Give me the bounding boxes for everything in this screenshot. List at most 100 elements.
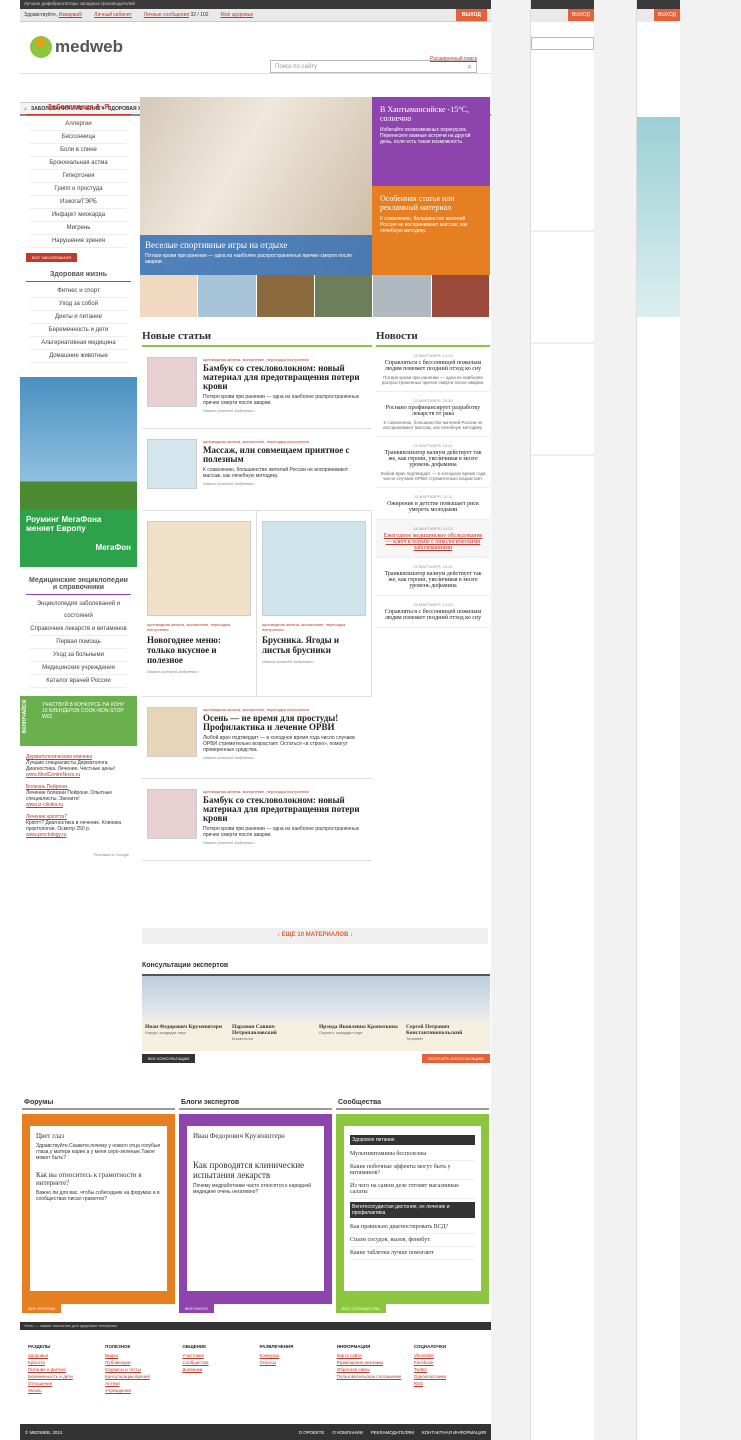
list-item-link[interactable]: Нарушение зрения (30, 235, 127, 248)
list-item-link[interactable]: Справочник лекарств и витаминов (30, 623, 127, 636)
article-title[interactable]: Брусника. Ягоды и листья брусники (262, 635, 366, 655)
community-topic[interactable]: Мультивитамины бесполезны (350, 1148, 475, 1161)
news-title[interactable]: Ежегодное медицинское обследование — клю… (380, 533, 486, 551)
promo-tile[interactable]: Особенная статья или рекламный материал К… (372, 186, 490, 275)
ad-url[interactable]: www.proctology.ru (26, 832, 131, 838)
footer-link[interactable]: Сервисы и тесты (105, 1366, 174, 1373)
footer-link[interactable]: Facebook (414, 1359, 483, 1366)
all-blogs-button[interactable]: ВСЕ БЛОГИ (179, 1304, 214, 1313)
news-item[interactable]: 23 МАРТАВРЯ, 20:50 Роснано профинансирует… (376, 392, 490, 437)
list-item-link[interactable]: Диеты и питание (30, 311, 127, 324)
list-item-link[interactable]: Каталог врачей России (30, 675, 127, 688)
footer-bar-link[interactable]: РЕКЛАМОДАТЕЛЯМ (371, 1430, 414, 1435)
megafon-banner[interactable]: Роуминг МегаФона меняет Европу МегаФон (20, 377, 137, 567)
article-title[interactable]: Бамбук со стекловолокном: новый материал… (203, 796, 367, 823)
footer-bar-link[interactable]: О КОМПАНИИ (332, 1430, 363, 1435)
footer-link[interactable]: Размещение рекламы (337, 1359, 406, 1366)
list-item-link[interactable]: Фитнес и спорт (30, 285, 127, 298)
footer-link[interactable]: Опросы (260, 1359, 329, 1366)
footer-link[interactable]: Одноклассники (414, 1373, 483, 1380)
footer-link[interactable]: Карта сайта (337, 1352, 406, 1359)
footer-link[interactable]: Здоровье (28, 1352, 97, 1359)
news-item[interactable]: 23 МАРТАВРЯ, 12:11 Ожирение в детстве пов… (376, 488, 490, 520)
article-tags[interactable]: щитовидная железа, воспаление, пересадка… (262, 622, 366, 632)
footer-link[interactable]: Видео (105, 1352, 174, 1359)
article-title[interactable]: Осень — не время для простуды! Профилакт… (203, 714, 367, 732)
news-item[interactable]: 23 МАРТАВРЯ, 14:23 Справляться с бессонни… (376, 347, 490, 392)
cabinet-link[interactable]: Личный кабинет (94, 12, 132, 18)
ad-url[interactable]: www.iz-clinika.ru (26, 802, 131, 808)
article-item[interactable]: щитовидная железа, воспаление, пересадка… (142, 511, 257, 696)
article-tags[interactable]: щитовидная железа, воспаление, пересадка… (203, 439, 367, 444)
all-forums-button[interactable]: ВСЕ ФОРУМЫ (22, 1304, 62, 1313)
article-title[interactable]: Бамбук со стекловолокном: новый материал… (203, 364, 367, 391)
get-consultation-button[interactable]: ПОЛУЧИТЬ КОНСУЛЬТАЦИЮ (422, 1054, 490, 1063)
article-tags[interactable]: щитовидная железа, воспаление, пересадка… (203, 707, 367, 712)
community-topic[interactable]: Как правильно диагностировать ВСД? (350, 1221, 475, 1234)
list-item-link[interactable]: Гипертония (30, 170, 127, 183)
bottom-ad-bar[interactable]: Vertu — самые полезные для здоровья теле… (20, 1322, 491, 1330)
hero-slide[interactable]: Веселые спортивные игры на отдыхе Потеря … (140, 97, 372, 275)
all-communities-button[interactable]: ВСЕ СООБЩЕСТВА (336, 1304, 386, 1313)
list-item-link[interactable]: Беременность и дети (30, 324, 127, 337)
footer-link[interactable]: Аптеки (105, 1380, 174, 1387)
all-consultations-button[interactable]: ВСЕ КОНСУЛЬТАЦИИ (142, 1054, 196, 1063)
list-item-link[interactable]: Грипп и простуда (30, 183, 127, 196)
footer-bar-link[interactable]: КОНТАКТНАЯ ИНФОРМАЦИЯ (422, 1430, 486, 1435)
list-item-link[interactable]: Инфаркт миокарда (30, 209, 127, 222)
article-item[interactable]: щитовидная железа, воспаление, пересадка… (142, 697, 372, 779)
footer-link[interactable]: Консультации врачей (105, 1373, 174, 1380)
footer-link[interactable]: Участники (182, 1352, 251, 1359)
footer-link[interactable]: Сообщества (182, 1359, 251, 1366)
news-title[interactable]: Ожирение в детстве повышает риск умереть… (380, 501, 486, 513)
footer-link[interactable]: Публикации (105, 1359, 174, 1366)
search-icon[interactable]: ⌕ (468, 62, 472, 72)
blog-post-link[interactable]: Как проводятся клинические испытания лек… (193, 1160, 318, 1180)
list-item-link[interactable]: Домашние животные (30, 350, 127, 363)
promo-tile[interactable]: В Хантымансийске -15°C, солнечно Избегайт… (372, 97, 490, 186)
all-diseases-button[interactable]: ВСЕ ЗАБОЛЕВАНИЯ (26, 253, 78, 262)
list-item-link[interactable]: Энциклопедия заболеваний и состояний (30, 598, 127, 623)
news-title[interactable]: Справляться с бессонницей пожилым людям … (380, 360, 486, 372)
exit-button[interactable]: ВЫХОД (455, 9, 487, 21)
list-item-link[interactable]: Медицинские учреждения (30, 662, 127, 675)
more-materials-button[interactable]: ↓ ЕЩЕ 10 МАТЕРИАЛОВ ↓ (142, 928, 488, 944)
expert-card[interactable]: Ирэнда Яковлевна Кропоткина Окулист, канд… (316, 976, 403, 1051)
footer-link[interactable]: RSS (414, 1380, 483, 1387)
news-item[interactable]: 23 МАРТАВРЯ, 18:41 Транквилизатор валиум … (376, 558, 490, 596)
article-tags[interactable]: щитовидная железа, воспаление, пересадка… (203, 357, 367, 362)
news-title[interactable]: Роснано профинансирует разработку лекарс… (380, 405, 486, 417)
article-item[interactable]: щитовидная железа, воспаление, пересадка… (257, 511, 372, 696)
my-health-link[interactable]: Моё здоровье (221, 12, 254, 18)
footer-link[interactable]: Жизнь (28, 1387, 97, 1394)
footer-link[interactable]: Красота (28, 1359, 97, 1366)
messages-link[interactable]: Личные сообщения (144, 12, 189, 18)
top-ad-bar[interactable]: Лучшие дефибрилляторы западных производи… (20, 0, 491, 9)
footer-link[interactable]: Отношения (28, 1380, 97, 1387)
article-title[interactable]: Новогоднее меню: только вкусное и полезн… (147, 635, 251, 665)
expert-card[interactable]: Иван Федорович Крузенштерн Хирург, кандид… (142, 976, 229, 1051)
expert-name[interactable]: Парамон Саввич Петропавловский (232, 1024, 313, 1036)
community-topic[interactable]: Какие побочные эффекты могут быть у вита… (350, 1161, 475, 1180)
footer-bar-link[interactable]: О ПРОЕКТЕ (299, 1430, 325, 1435)
forum-topic[interactable]: Цвет глаз (36, 1132, 161, 1140)
article-item[interactable]: щитовидная железа, воспаление, пересадка… (142, 429, 372, 511)
article-title[interactable]: Массаж, или совмещаем приятное с полезны… (203, 446, 367, 464)
community-topic[interactable]: Какие таблетки лучше помогают (350, 1247, 475, 1260)
user-name-link[interactable]: Изварвай! (59, 12, 83, 18)
footer-link[interactable]: Конкурсы (260, 1352, 329, 1359)
logo[interactable]: medweb (30, 36, 123, 58)
advanced-search-link[interactable]: Расширенный поиск (430, 56, 477, 62)
news-title[interactable]: Транквилизатор валиум действует так же, … (380, 450, 486, 468)
exit-button[interactable]: ВЫХОД (653, 9, 680, 21)
list-item-link[interactable]: Боли в спине (30, 144, 127, 157)
list-item-link[interactable]: Уход за больными (30, 649, 127, 662)
article-item[interactable]: щитовидная железа, воспаление, пересадка… (142, 779, 372, 861)
contest-banner[interactable]: ВКЛЮЧАЙСЯ УЧАСТВУЙ В КОНКУРСЕ НА КОНУ 10 … (20, 696, 137, 746)
list-item-link[interactable]: Бронхиальная астма (30, 157, 127, 170)
expert-card[interactable]: Парамон Саввич Петропавловский Косметолог (229, 976, 316, 1051)
news-item[interactable]: 28 МАРТАВРЯ, 13:23 Ежегодное медицинское … (376, 520, 490, 558)
article-tags[interactable]: щитовидная железа, воспаление, пересадка… (147, 622, 251, 632)
expert-card[interactable]: Сергей Петрович Константинопольский Терап… (403, 976, 490, 1051)
footer-link[interactable]: Обратная связь (337, 1366, 406, 1373)
